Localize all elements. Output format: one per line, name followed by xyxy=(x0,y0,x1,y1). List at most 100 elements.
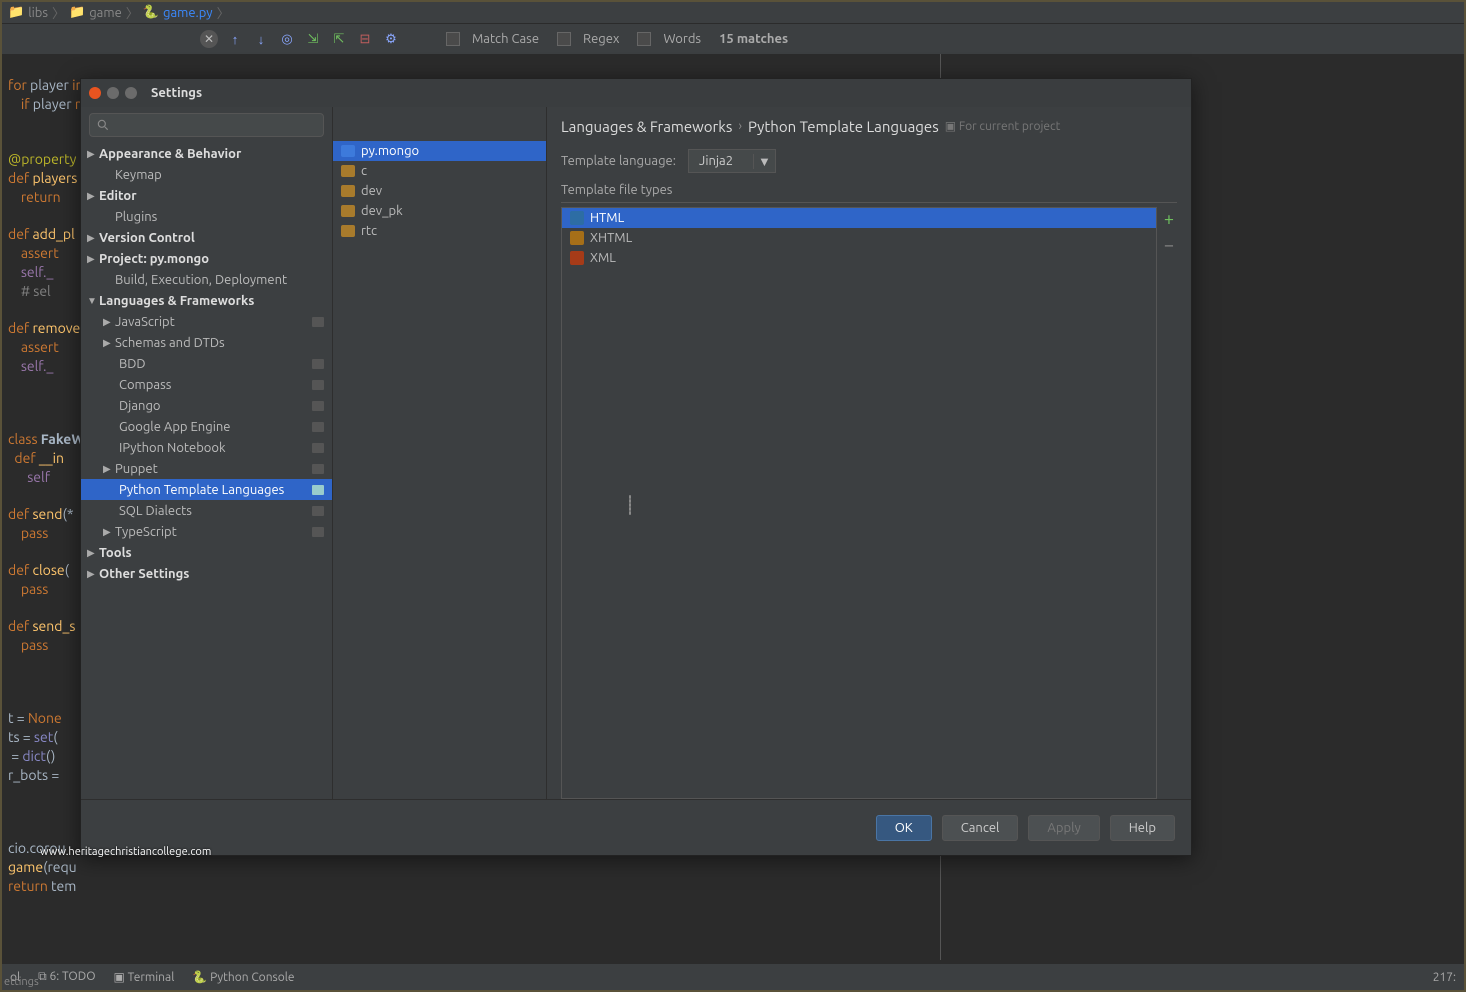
project-scope-icon xyxy=(312,506,324,516)
folder-icon xyxy=(341,205,355,217)
help-button[interactable]: Help xyxy=(1110,815,1175,841)
filetype-item-xml[interactable]: XML xyxy=(562,248,1156,268)
ok-button[interactable]: OK xyxy=(876,815,932,841)
tree-sql[interactable]: SQL Dialects xyxy=(81,500,332,521)
xhtml-file-icon xyxy=(570,231,584,245)
regex-checkbox[interactable] xyxy=(557,32,571,46)
select-all-icon[interactable]: ⇱ xyxy=(330,30,348,48)
project-scope-icon xyxy=(312,359,324,369)
tree-editor[interactable]: ▶Editor xyxy=(81,185,332,206)
settings-tree[interactable]: ▶Appearance & Behavior Keymap ▶Editor Pl… xyxy=(81,143,332,799)
folder-icon xyxy=(341,165,355,177)
remove-selection-icon[interactable]: ⊟ xyxy=(356,30,374,48)
filetype-item-html[interactable]: HTML xyxy=(562,208,1156,228)
words-checkbox[interactable] xyxy=(637,32,651,46)
folder-icon xyxy=(341,185,355,197)
settings-dialog: Settings ▶Appearance & Behavior Keymap ▶… xyxy=(80,78,1192,856)
tree-gae[interactable]: Google App Engine xyxy=(81,416,332,437)
todo-tool[interactable]: ⧉ 6: TODO xyxy=(38,970,95,984)
tree-plugins[interactable]: Plugins xyxy=(81,206,332,227)
xml-file-icon xyxy=(570,251,584,265)
match-count: 15 matches xyxy=(719,32,788,46)
breadcrumb-bar: 📁libs〉 📁game〉 🐍game.py〉 xyxy=(2,2,1464,24)
status-extra: ettings xyxy=(4,976,39,988)
breadcrumb-item[interactable]: 📁libs〉 xyxy=(8,3,65,22)
project-list[interactable]: py.mongo c dev dev_pk rtc xyxy=(333,107,547,799)
tree-ipy[interactable]: IPython Notebook xyxy=(81,437,332,458)
status-bar: ol ⧉ 6: TODO ▣ Terminal 🐍 Python Console… xyxy=(2,964,1464,990)
folder-icon: 📁 xyxy=(8,5,24,20)
cancel-button[interactable]: Cancel xyxy=(942,815,1019,841)
project-item[interactable]: rtc xyxy=(333,221,546,241)
search-input[interactable] xyxy=(114,118,317,133)
tree-bdd[interactable]: BDD xyxy=(81,353,332,374)
filetype-list[interactable]: HTML XHTML XML xyxy=(561,207,1157,799)
breadcrumb-file[interactable]: 🐍game.py〉 xyxy=(143,3,230,22)
terminal-tool[interactable]: ▣ Terminal xyxy=(114,970,175,984)
dialog-titlebar[interactable]: Settings xyxy=(81,79,1191,107)
settings-tree-pane: ▶Appearance & Behavior Keymap ▶Editor Pl… xyxy=(81,107,333,799)
gear-icon[interactable]: ⚙ xyxy=(382,30,400,48)
minimize-icon[interactable] xyxy=(107,87,119,99)
tree-ts[interactable]: ▶TypeScript xyxy=(81,521,332,542)
close-search-icon[interactable]: ✕ xyxy=(200,30,218,48)
tree-python-template-languages[interactable]: Python Template Languages xyxy=(81,479,332,500)
regex-label: Regex xyxy=(583,32,619,46)
close-icon[interactable] xyxy=(89,87,101,99)
settings-search[interactable] xyxy=(89,113,324,137)
project-item[interactable]: c xyxy=(333,161,546,181)
add-selection-icon[interactable]: ⇲ xyxy=(304,30,322,48)
remove-filetype-button[interactable]: − xyxy=(1161,235,1177,255)
chevron-down-icon[interactable]: ▼ xyxy=(753,154,775,169)
tree-tools[interactable]: ▶Tools xyxy=(81,542,332,563)
project-item[interactable]: py.mongo xyxy=(333,141,546,161)
template-language-label: Template language: xyxy=(561,154,676,168)
target-icon[interactable]: ◎ xyxy=(278,30,296,48)
python-console-tool[interactable]: 🐍 Python Console xyxy=(192,970,294,984)
match-case-label: Match Case xyxy=(472,32,539,46)
filetype-item-xhtml[interactable]: XHTML xyxy=(562,228,1156,248)
arrow-down-icon[interactable]: ↓ xyxy=(252,30,270,48)
html-file-icon xyxy=(570,211,584,225)
breadcrumb-item[interactable]: 📁game〉 xyxy=(69,3,139,22)
project-scope-icon xyxy=(312,443,324,453)
project-scope-icon xyxy=(312,527,324,537)
folder-icon: 📁 xyxy=(69,5,85,20)
project-scope-icon xyxy=(312,422,324,432)
splitter-handle[interactable] xyxy=(627,215,633,795)
folder-icon xyxy=(341,225,355,237)
settings-breadcrumb: Languages & Frameworks › Python Template… xyxy=(561,107,1177,145)
project-scope-icon xyxy=(312,317,324,327)
project-scope-icon xyxy=(312,401,324,411)
apply-button[interactable]: Apply xyxy=(1028,815,1099,841)
dialog-footer: OK Cancel Apply Help xyxy=(81,799,1191,855)
project-scope-icon xyxy=(312,464,324,474)
arrow-up-icon[interactable]: ↑ xyxy=(226,30,244,48)
watermark: www.heritagechristiancollege.com xyxy=(40,846,211,858)
tree-vcs[interactable]: ▶Version Control xyxy=(81,227,332,248)
dialog-title: Settings xyxy=(151,86,202,100)
tree-project[interactable]: ▶Project: py.mongo xyxy=(81,248,332,269)
project-item[interactable]: dev_pk xyxy=(333,201,546,221)
tree-django[interactable]: Django xyxy=(81,395,332,416)
tree-build[interactable]: Build, Execution, Deployment xyxy=(81,269,332,290)
tree-js[interactable]: ▶JavaScript xyxy=(81,311,332,332)
match-case-checkbox[interactable] xyxy=(446,32,460,46)
search-icon xyxy=(96,118,110,132)
tree-schemas[interactable]: ▶Schemas and DTDs xyxy=(81,332,332,353)
words-label: Words xyxy=(663,32,701,46)
tree-puppet[interactable]: ▶Puppet xyxy=(81,458,332,479)
tree-compass[interactable]: Compass xyxy=(81,374,332,395)
project-item[interactable]: dev xyxy=(333,181,546,201)
tree-other[interactable]: ▶Other Settings xyxy=(81,563,332,584)
folder-icon xyxy=(341,145,355,157)
tree-appearance[interactable]: ▶Appearance & Behavior xyxy=(81,143,332,164)
python-file-icon: 🐍 xyxy=(143,5,159,20)
template-language-combo[interactable]: Jinja2 ▼ xyxy=(688,149,776,173)
project-scope-icon xyxy=(312,485,324,495)
tree-keymap[interactable]: Keymap xyxy=(81,164,332,185)
maximize-icon[interactable] xyxy=(125,87,137,99)
combo-value: Jinja2 xyxy=(689,154,753,168)
add-filetype-button[interactable]: + xyxy=(1161,209,1177,229)
tree-languages[interactable]: ▼Languages & Frameworks xyxy=(81,290,332,311)
